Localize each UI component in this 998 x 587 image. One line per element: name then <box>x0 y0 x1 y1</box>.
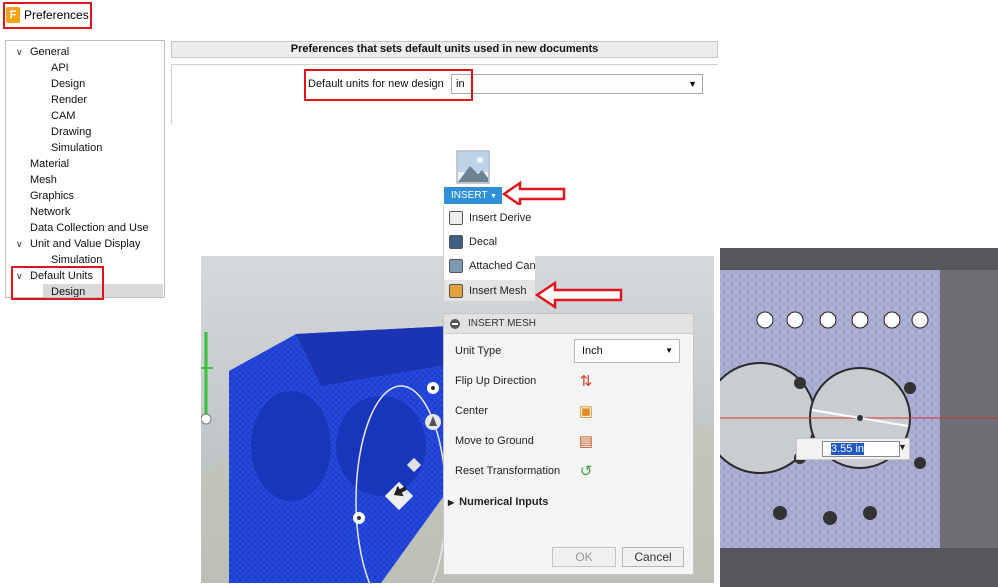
menu-item-attached-canvas[interactable]: Attached Can <box>444 255 535 277</box>
tree-item-data-collection[interactable]: Data Collection and Use <box>30 220 149 236</box>
preferences-titlebar <box>0 0 720 32</box>
decal-icon <box>449 235 463 249</box>
preferences-tree[interactable]: ∨ General API Design Render CAM Drawing S… <box>5 40 165 298</box>
dialog-header: INSERT MESH <box>444 314 693 334</box>
insert-dropdown-menu: Insert Derive Decal Attached Can Insert … <box>443 205 535 301</box>
unit-type-select[interactable]: Inch ▼ <box>574 339 680 363</box>
dropdown-arrow-icon[interactable]: ▼ <box>490 193 497 200</box>
canvas-icon <box>449 259 463 273</box>
dropdown-arrow-icon[interactable]: ▼ <box>665 340 673 362</box>
move-to-ground-label: Move to Ground <box>455 435 534 447</box>
ok-button[interactable]: OK <box>552 547 616 567</box>
dropdown-arrow-icon[interactable]: ▼ <box>688 75 697 93</box>
default-units-select[interactable]: in ▼ <box>451 74 703 94</box>
flip-up-direction-icon[interactable]: ⇅ <box>577 373 595 391</box>
insert-image-icon[interactable] <box>456 150 490 184</box>
dimension-input[interactable]: 3.55 in <box>822 441 900 457</box>
collapse-icon[interactable] <box>450 319 460 329</box>
insert-derive-icon <box>449 211 463 225</box>
red-arrow-icon <box>535 281 623 309</box>
menu-item-decal[interactable]: Decal <box>444 231 535 253</box>
page-title: Preferences that sets default units used… <box>171 41 718 58</box>
chevron-down-icon[interactable]: ∨ <box>16 44 23 60</box>
tree-item-render[interactable]: Render <box>51 92 87 108</box>
tree-item-api[interactable]: API <box>51 60 69 76</box>
tree-item-general[interactable]: ∨ General <box>16 44 69 60</box>
chevron-down-icon[interactable]: ∨ <box>16 236 23 252</box>
insert-mesh-icon <box>449 284 463 298</box>
title-highlight <box>3 2 92 29</box>
move-to-ground-icon[interactable]: ▤ <box>577 433 595 451</box>
cancel-button[interactable]: Cancel <box>622 547 684 567</box>
tree-item-simulation[interactable]: Simulation <box>51 140 102 156</box>
menu-item-insert-derive[interactable]: Insert Derive <box>444 207 535 229</box>
tree-item-unit-value-display[interactable]: ∨ Unit and Value Display <box>16 236 140 252</box>
red-arrow-icon <box>502 181 566 207</box>
numerical-inputs-section[interactable]: ▶ Numerical Inputs <box>448 496 548 508</box>
tree-item-design[interactable]: Design <box>51 76 85 92</box>
tree-item-mesh[interactable]: Mesh <box>30 172 57 188</box>
center-label: Center <box>455 405 489 417</box>
tree-item-graphics[interactable]: Graphics <box>30 188 74 204</box>
dropdown-arrow-icon[interactable]: ▼ <box>898 442 907 452</box>
insert-mesh-dialog: INSERT MESH Unit Type Inch ▼ Flip Up Dir… <box>443 313 694 575</box>
tree-item-network[interactable]: Network <box>30 204 70 220</box>
tree-item-cam[interactable]: CAM <box>51 108 75 124</box>
reset-transformation-icon[interactable]: ↺ <box>577 463 595 481</box>
unit-type-label: Unit Type <box>455 345 502 357</box>
mesh-closeup-view <box>720 248 998 587</box>
tree-item-drawing[interactable]: Drawing <box>51 124 91 140</box>
insert-button[interactable]: INSERT ▼ <box>444 187 502 204</box>
center-icon[interactable]: ▣ <box>577 403 595 421</box>
flip-up-direction-label: Flip Up Direction <box>455 375 537 387</box>
default-units-highlight <box>11 266 104 300</box>
units-highlight <box>304 69 473 101</box>
expand-triangle-icon[interactable]: ▶ <box>448 498 454 507</box>
viewport-3d-closeup[interactable] <box>720 248 998 587</box>
menu-item-insert-mesh[interactable]: Insert Mesh <box>444 280 535 301</box>
reset-transformation-label: Reset Transformation <box>455 465 561 477</box>
tree-item-material[interactable]: Material <box>30 156 69 172</box>
